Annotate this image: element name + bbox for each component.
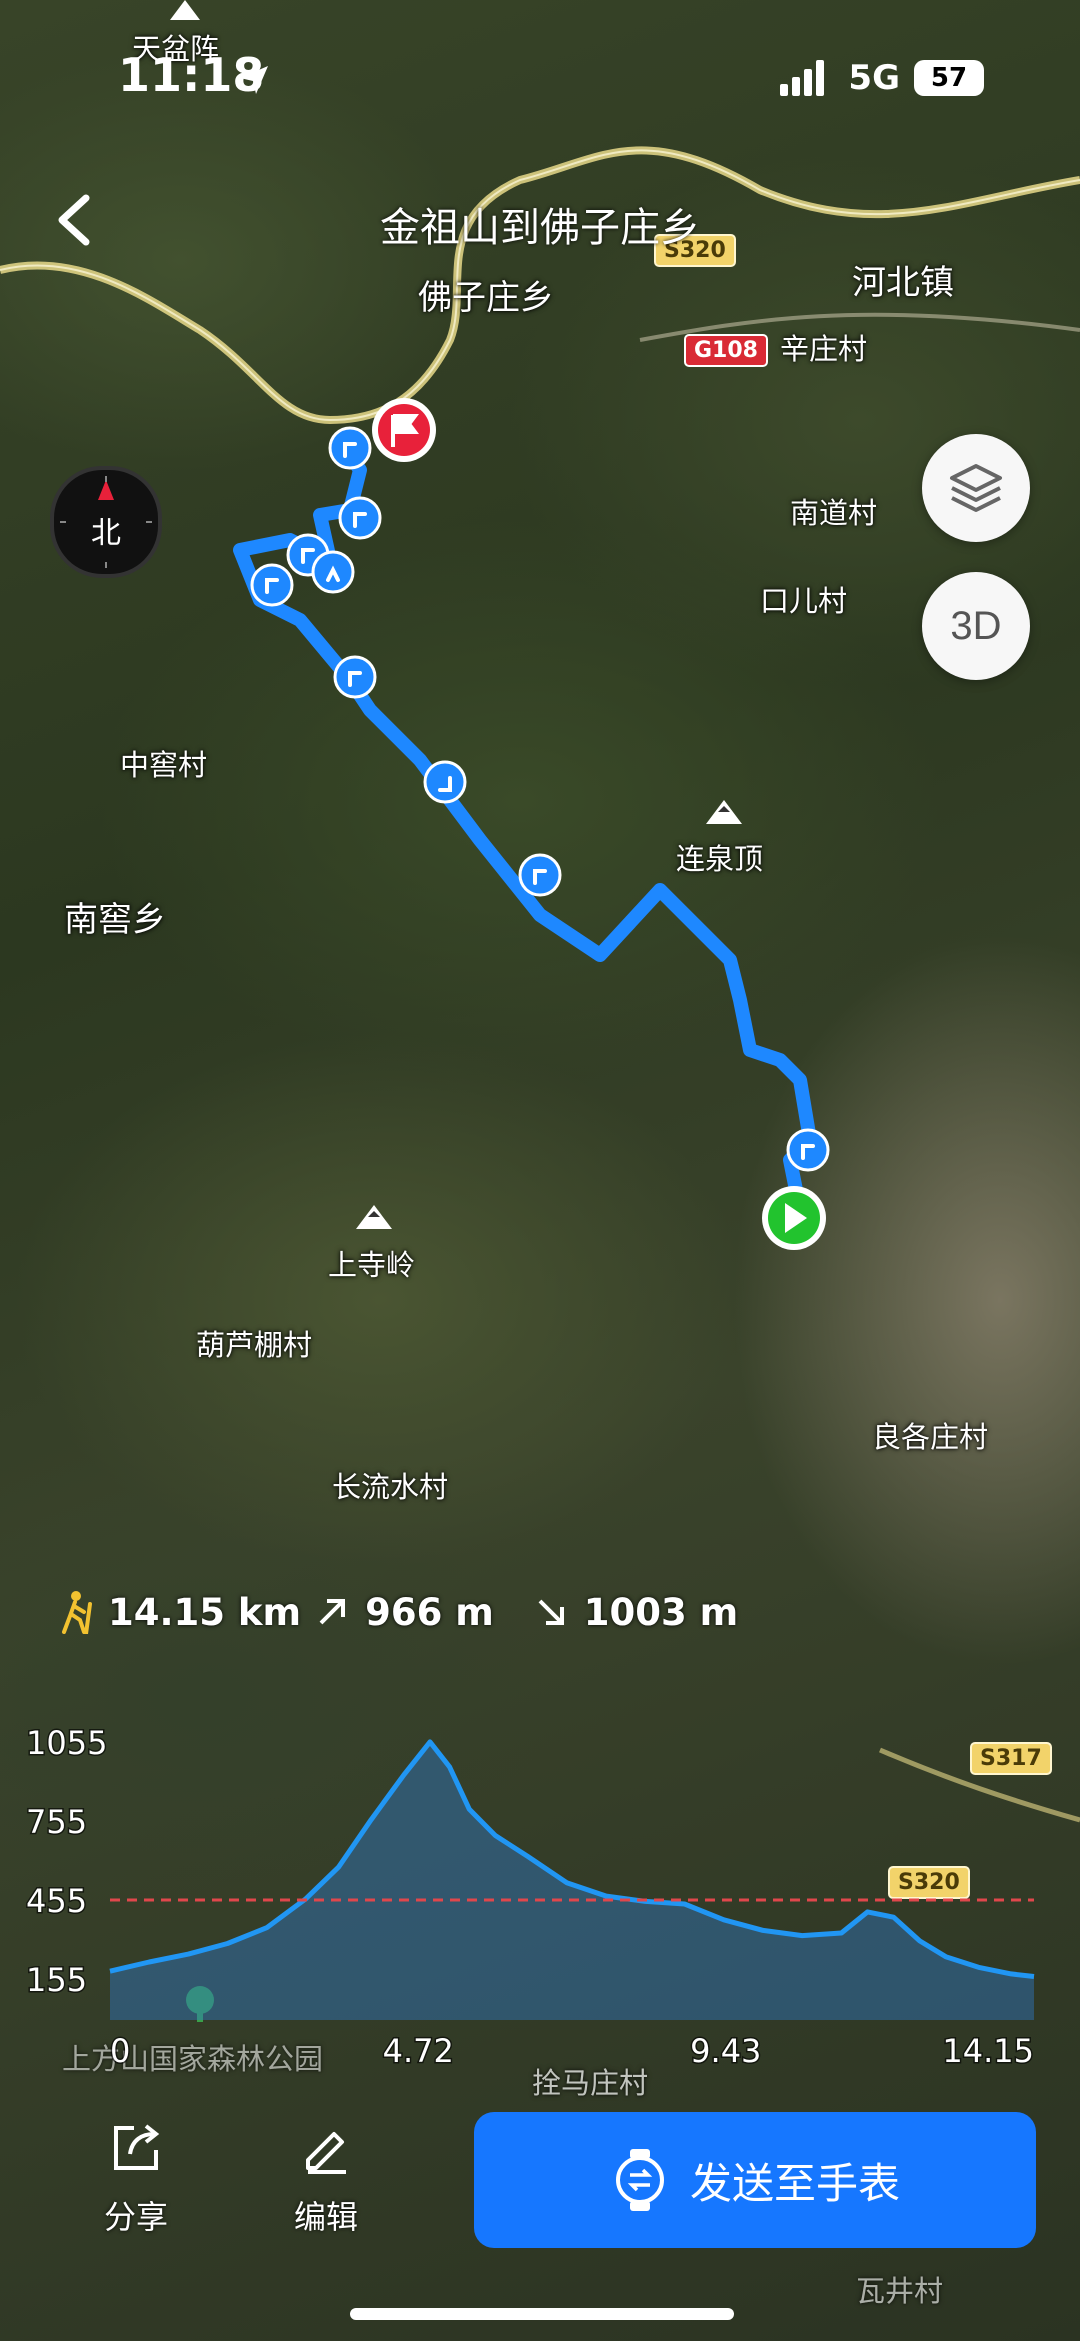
start-play-icon — [762, 1186, 826, 1250]
location-arrow-icon — [240, 66, 268, 94]
signal-icon — [780, 60, 825, 96]
road-shield: G108 — [684, 334, 768, 367]
map-label: 瓦井村 — [856, 2274, 944, 2308]
compass-north-label: 北 — [91, 516, 121, 551]
descent-value: 1003 m — [583, 1590, 739, 1634]
status-bar: 11:18 5G 57 — [0, 0, 1080, 150]
map-label: 葫芦棚村 — [196, 1328, 313, 1362]
edit-label: 编辑 — [293, 2198, 358, 2236]
map-label: 连泉顶 — [676, 842, 764, 876]
hiker-icon — [62, 1591, 92, 1634]
peak-icon — [706, 800, 742, 824]
map-label: 良各庄村 — [872, 1420, 989, 1454]
edit-button[interactable]: 编辑 — [266, 2120, 386, 2250]
network-label: 5G — [848, 58, 900, 98]
turn-marker — [338, 496, 382, 540]
distance-value: 14.15 km — [108, 1590, 302, 1634]
map-label: 南道村 — [790, 496, 878, 530]
x-tick-label: 4.72 — [383, 2032, 454, 2070]
turn-marker — [423, 760, 467, 804]
map-label: 南窖乡 — [64, 900, 166, 940]
y-tick-label: 155 — [26, 1961, 87, 1999]
layers-icon — [950, 464, 1002, 512]
map-label: 上寺岭 — [328, 1248, 416, 1282]
layers-button[interactable] — [922, 434, 1030, 542]
ascent-arrow-icon — [319, 1599, 346, 1625]
turn-marker — [333, 655, 377, 699]
x-tick-label: 0 — [110, 2032, 130, 2070]
y-tick-label: 455 — [26, 1882, 87, 1920]
watch-sync-icon — [615, 2149, 664, 2211]
compass[interactable]: 北 — [50, 466, 162, 578]
ascent-value: 966 m — [365, 1590, 494, 1634]
home-indicator — [350, 2308, 734, 2320]
x-tick-label: 9.43 — [690, 2032, 761, 2070]
x-tick-label: 14.15 — [942, 2032, 1034, 2070]
route-title: 金祖山到佛子庄乡 — [380, 205, 700, 251]
map-label: 佛子庄乡 — [418, 278, 554, 318]
y-tick-label: 755 — [26, 1803, 87, 1841]
turn-marker — [328, 426, 372, 470]
share-button[interactable]: 分享 — [76, 2120, 196, 2250]
share-label: 分享 — [103, 2198, 168, 2236]
share-icon — [114, 2124, 160, 2170]
battery-icon: 57 — [914, 60, 984, 96]
end-flag-icon — [372, 398, 436, 462]
3d-toggle-button[interactable]: 3D — [922, 572, 1030, 680]
turn-marker — [518, 853, 562, 897]
elevation-profile-chart[interactable]: 1055 755 455 155 0 4.72 9.43 14.15 — [0, 1690, 1080, 2090]
edit-pencil-icon — [306, 2132, 346, 2174]
map-label: 长流水村 — [332, 1470, 449, 1504]
send-to-watch-button[interactable]: 发送至手表 — [474, 2112, 1036, 2248]
map-label: 河北镇 — [852, 263, 954, 303]
map-label: 中窖村 — [120, 748, 208, 782]
peak-icon — [356, 1205, 392, 1229]
descent-arrow-icon — [538, 1599, 564, 1625]
elevation-area — [110, 1741, 1034, 2020]
route-stats: 14.15 km 966 m 1003 m — [56, 1590, 738, 1634]
send-to-watch-label: 发送至手表 — [689, 2158, 900, 2208]
y-tick-label: 1055 — [26, 1724, 107, 1762]
turn-marker — [250, 563, 294, 607]
map-label: 口儿村 — [760, 584, 848, 618]
turn-marker — [786, 1128, 830, 1172]
map-label: 辛庄村 — [780, 332, 868, 366]
